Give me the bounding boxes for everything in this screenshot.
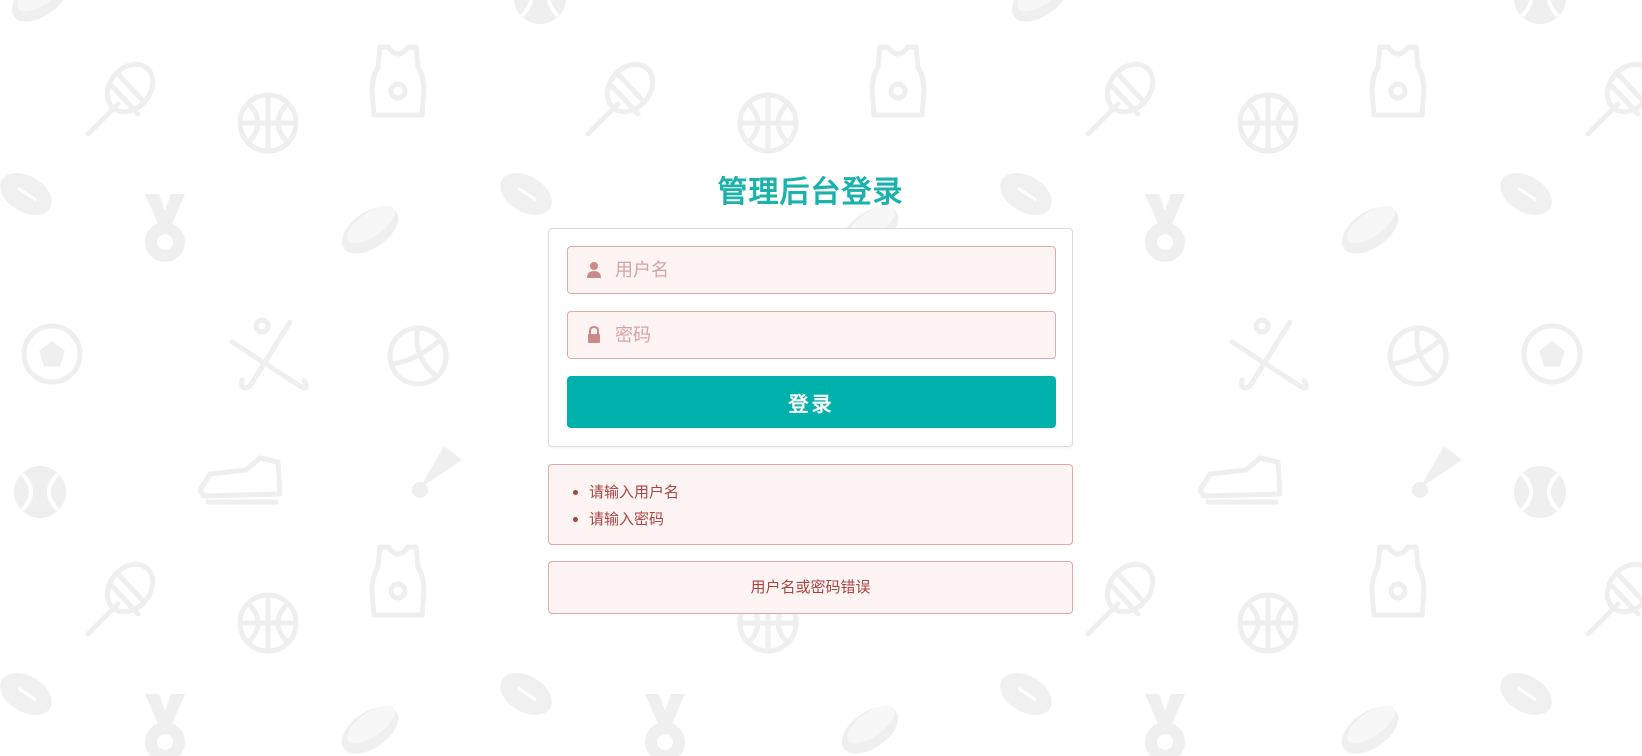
login-error-alert: 用户名或密码错误 [548, 561, 1073, 614]
validation-error-item: 请输入密码 [589, 506, 1072, 533]
login-button[interactable]: 登录 [567, 376, 1056, 428]
lock-icon [588, 326, 600, 343]
login-form: 登录 [548, 228, 1073, 447]
password-input[interactable] [615, 312, 1035, 358]
page-title: 管理后台登录 [717, 175, 904, 210]
username-input[interactable] [615, 247, 1035, 293]
user-icon [587, 262, 601, 278]
validation-error-list: 请输入用户名 请输入密码 [573, 479, 1072, 533]
login-container: 管理后台登录 登录 请输入用户名 请输入密码 用户名或密码错误 [548, 168, 1073, 614]
username-field-wrapper [567, 246, 1056, 294]
validation-error-item: 请输入用户名 [589, 479, 1072, 506]
validation-error-alert: 请输入用户名 请输入密码 [548, 464, 1073, 545]
password-field-wrapper [567, 311, 1056, 359]
